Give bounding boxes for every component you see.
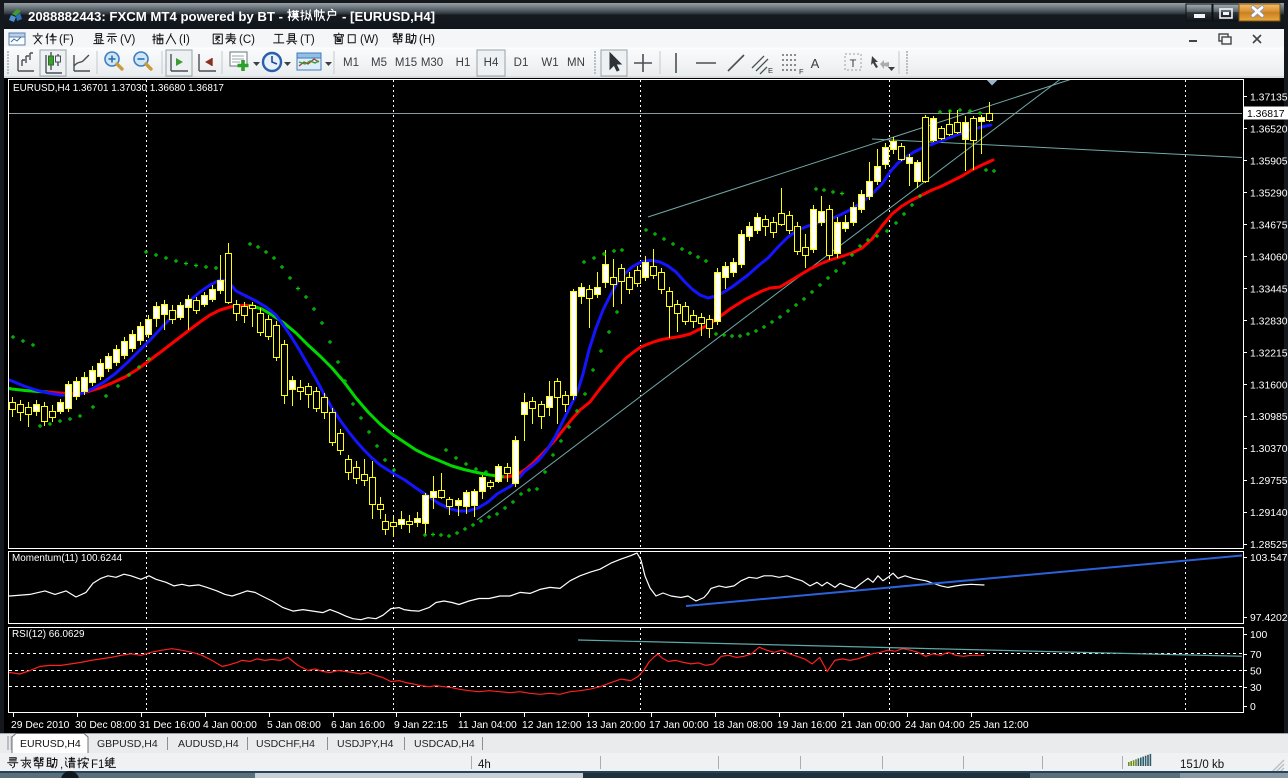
svg-text:1.28525: 1.28525 — [1250, 540, 1288, 551]
svg-text:24 Jan 04:00: 24 Jan 04:00 — [905, 720, 965, 731]
svg-text:1.34060: 1.34060 — [1250, 252, 1288, 263]
svg-text:M5: M5 — [371, 57, 387, 69]
svg-text:6 Jan 16:00: 6 Jan 16:00 — [331, 720, 385, 731]
svg-text:30: 30 — [1250, 683, 1262, 694]
svg-text:1.32215: 1.32215 — [1250, 348, 1288, 359]
svg-text:151/0 kb: 151/0 kb — [1180, 759, 1224, 771]
svg-text:EURUSD,H4: EURUSD,H4 — [20, 738, 81, 750]
svg-text:USDCAD,H4: USDCAD,H4 — [414, 738, 475, 750]
svg-text:1.34675: 1.34675 — [1250, 221, 1288, 232]
svg-text:E: E — [768, 66, 773, 75]
svg-text:103.547: 103.547 — [1250, 553, 1288, 564]
svg-text:17 Jan 00:00: 17 Jan 00:00 — [649, 720, 709, 731]
svg-text:1.35290: 1.35290 — [1250, 189, 1288, 200]
svg-text:100: 100 — [1250, 630, 1268, 641]
svg-text:1.36817: 1.36817 — [1247, 109, 1285, 120]
svg-text:1.35905: 1.35905 — [1250, 157, 1288, 168]
svg-text:EURUSD,H4 1.36701 1.37030 1.3: EURUSD,H4 1.36701 1.37030 1.36680 1.3681… — [13, 83, 224, 94]
svg-text:RSI(12) 66.0629: RSI(12) 66.0629 — [12, 629, 85, 640]
svg-text:50: 50 — [1250, 667, 1262, 678]
svg-text:29 Dec 2010: 29 Dec 2010 — [11, 720, 70, 731]
svg-text:(C): (C) — [239, 34, 255, 46]
svg-text:(F): (F) — [59, 34, 74, 46]
svg-text:11 Jan 04:00: 11 Jan 04:00 — [458, 720, 517, 731]
svg-text:1.32830: 1.32830 — [1250, 316, 1288, 327]
svg-text:(V): (V) — [120, 34, 136, 46]
svg-text:21 Jan 00:00: 21 Jan 00:00 — [841, 720, 901, 731]
svg-text:2088882443: FXCM MT4 powered b: 2088882443: FXCM MT4 powered by BT - — [28, 9, 283, 24]
svg-text:12 Jan 12:00: 12 Jan 12:00 — [522, 720, 582, 731]
svg-text:MN: MN — [567, 57, 585, 69]
svg-text:1.30985: 1.30985 — [1250, 412, 1288, 423]
svg-text:31 Dec 16:00: 31 Dec 16:00 — [139, 720, 201, 731]
svg-text:D1: D1 — [514, 57, 529, 69]
svg-text:T: T — [850, 58, 857, 70]
svg-text:1.30370: 1.30370 — [1250, 444, 1288, 455]
svg-text:(I): (I) — [179, 34, 190, 46]
svg-text:18 Jan 08:00: 18 Jan 08:00 — [713, 720, 773, 731]
svg-text:H1: H1 — [456, 57, 471, 69]
svg-text:H4: H4 — [484, 57, 499, 69]
svg-text:1.29140: 1.29140 — [1250, 508, 1288, 519]
svg-text:USDJPY,H4: USDJPY,H4 — [337, 738, 394, 750]
svg-text:(T): (T) — [300, 34, 315, 46]
svg-text:1.36520: 1.36520 — [1250, 125, 1288, 136]
svg-text:70: 70 — [1250, 650, 1262, 661]
svg-text:1.33445: 1.33445 — [1250, 284, 1288, 295]
svg-text:M1: M1 — [343, 57, 359, 69]
svg-text:USDCHF,H4: USDCHF,H4 — [256, 738, 315, 750]
svg-text:Momentum(11) 100.6244: Momentum(11) 100.6244 — [12, 553, 123, 564]
svg-text:13 Jan 20:00: 13 Jan 20:00 — [586, 720, 646, 731]
svg-text:M15: M15 — [395, 57, 417, 69]
svg-text:0: 0 — [1250, 702, 1256, 713]
svg-text:W1: W1 — [541, 57, 558, 69]
svg-text:M30: M30 — [421, 57, 443, 69]
svg-text:4 Jan 00:00: 4 Jan 00:00 — [203, 720, 257, 731]
svg-text:30 Dec 08:00: 30 Dec 08:00 — [75, 720, 137, 731]
svg-text:AUDUSD,H4: AUDUSD,H4 — [178, 738, 239, 750]
svg-text:,: , — [60, 759, 63, 771]
svg-text:1.31600: 1.31600 — [1250, 380, 1288, 391]
svg-text:GBPUSD,H4: GBPUSD,H4 — [97, 738, 158, 750]
svg-text:5 Jan 08:00: 5 Jan 08:00 — [267, 720, 321, 731]
svg-text:(H): (H) — [419, 34, 435, 46]
svg-text:A: A — [811, 56, 820, 71]
svg-text:(W): (W) — [360, 34, 379, 46]
svg-text:- [EURUSD,H4]: - [EURUSD,H4] — [342, 9, 435, 24]
svg-text:9 Jan 22:15: 9 Jan 22:15 — [394, 720, 448, 731]
svg-text:F1: F1 — [91, 759, 104, 771]
svg-text:25 Jan 12:00: 25 Jan 12:00 — [969, 720, 1029, 731]
svg-text:1.37135: 1.37135 — [1250, 93, 1288, 104]
svg-text:19 Jan 16:00: 19 Jan 16:00 — [777, 720, 837, 731]
svg-text:1.29755: 1.29755 — [1250, 476, 1288, 487]
svg-text:4h: 4h — [478, 759, 491, 771]
svg-text:F: F — [799, 67, 804, 76]
svg-text:97.4202: 97.4202 — [1250, 613, 1288, 624]
